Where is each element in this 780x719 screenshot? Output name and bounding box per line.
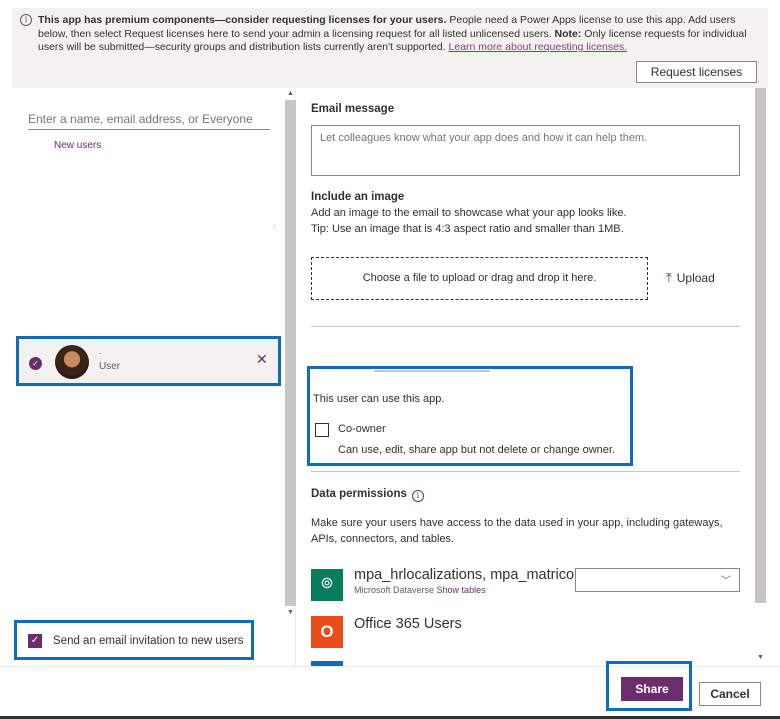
divider [311,471,740,472]
connector-source: Microsoft Dataverse Show tables [354,585,486,595]
permission-tab-indicator [374,370,490,372]
user-name: . [99,346,102,356]
scroll-down-icon[interactable]: ▼ [757,654,764,661]
connector-name: Office 365 Users [354,616,462,632]
show-tables-link[interactable]: Show tables [437,585,486,595]
office365-icon: O [311,616,343,648]
upload-button[interactable]: ⤒ Upload [666,270,715,286]
divider [311,326,740,327]
image-tip: Tip: Use an image that is 4:3 aspect rat… [311,223,624,235]
scroll-up-icon[interactable]: ▲ [287,90,294,97]
people-search-input[interactable] [28,108,270,130]
cancel-button[interactable]: Cancel [699,682,761,706]
send-email-option[interactable]: ✓ Send an email invitation to new users [14,620,254,660]
permission-settings: This user can use this app. Co-owner Can… [307,366,633,466]
data-permissions-desc-2: APIs, connectors, and tables. [311,533,455,545]
banner-message: This app has premium components—consider… [20,14,760,55]
people-picker-pane: New users ⁄ ▲ ▼ ✓ . User ✕ [0,88,296,666]
license-banner: i This app has premium components—consid… [12,8,768,88]
share-button[interactable]: Share [621,677,683,701]
left-scroll-thumb[interactable] [285,100,296,606]
coowner-checkbox[interactable] [315,423,329,437]
image-description: Add an image to the email to showcase wh… [311,207,627,219]
checkmark-icon: ✓ [29,357,42,370]
resize-mark: ⁄ [274,225,276,231]
right-scroll-thumb[interactable] [755,88,766,603]
dialog-footer: Share Cancel [0,661,780,719]
request-licenses-button[interactable]: Request licenses [636,61,757,83]
data-permissions-label: Data permissions [311,488,407,500]
dataverse-icon: ⊚ [311,569,343,601]
new-users-label: New users [54,140,102,151]
file-dropzone[interactable]: Choose a file to upload or drag and drop… [311,257,648,300]
send-email-label: Send an email invitation to new users [53,635,244,647]
upload-icon: ⤒ [666,270,672,285]
send-email-checkbox[interactable]: ✓ [28,634,42,648]
learn-more-link[interactable]: Learn more about requesting licenses. [449,41,628,53]
permission-dropdown[interactable]: ﹀ [575,568,740,592]
share-settings-pane: Email message Include an image Add an im… [296,88,766,666]
include-image-title: Include an image [311,191,405,203]
connector-source-name: Microsoft Dataverse [354,585,435,595]
banner-bold-text: This app has premium components—consider… [38,14,447,26]
close-icon[interactable]: ✕ [256,351,268,368]
avatar [55,345,89,379]
chevron-down-icon: ﹀ [721,576,731,587]
email-message-input[interactable] [311,125,740,176]
upload-label: Upload [676,271,715,285]
info-icon[interactable]: i [411,490,424,502]
scroll-down-icon[interactable]: ▼ [287,609,294,616]
selected-user-card[interactable]: ✓ . User ✕ [16,336,281,386]
email-message-title: Email message [311,103,395,115]
left-scrollbar[interactable]: ▲ ▼ [285,88,296,626]
share-highlight: Share [606,661,692,711]
right-scrollbar[interactable]: ▼ [755,88,766,666]
data-permissions-desc-1: Make sure your users have access to the … [311,517,723,529]
banner-note-label: Note: [554,27,582,40]
coowner-label: Co-owner [338,423,386,435]
data-permissions-title: Data permissions i [311,488,424,502]
permission-text: This user can use this app. [313,393,445,405]
coowner-description: Can use, edit, share app but not delete … [338,444,616,456]
connector-name: mpa_hrlocalizations, mpa_matricol [354,567,578,583]
user-role: User [99,361,121,372]
